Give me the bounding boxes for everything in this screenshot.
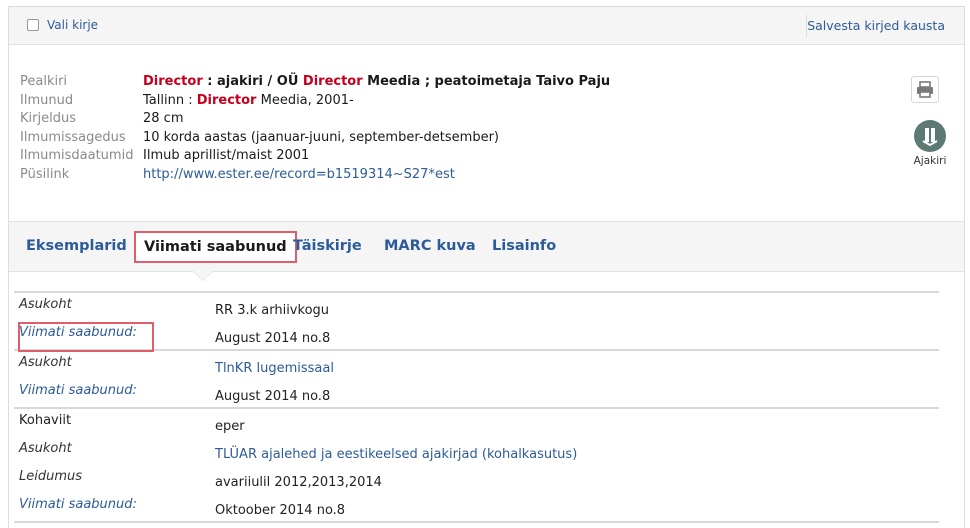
holding-row: Viimati saabunud: August 2014 no.8 <box>14 379 939 407</box>
published-value: Tallinn : Director Meedia, 2001- <box>143 92 354 111</box>
holding-label: Asukoht <box>19 355 72 370</box>
holding-label-latest: Viimati saabunud: <box>19 383 137 398</box>
holding-label-latest: Viimati saabunud: <box>19 497 137 512</box>
select-record-label[interactable]: Vali kirje <box>47 18 98 32</box>
holding-value: eper <box>215 419 245 434</box>
holding-label: Kohaviit <box>19 413 72 428</box>
tab-viimati-saabunud[interactable]: Viimati saabunud <box>134 231 297 263</box>
holding-value: August 2014 no.8 <box>215 331 331 346</box>
published-text: Meedia, 2001- <box>256 92 354 108</box>
select-record[interactable]: Vali kirje <box>27 18 98 32</box>
field-dates: Ilmumisdaatumid Ilmub aprillist/maist 20… <box>20 147 610 166</box>
field-label: Kirjeldus <box>20 111 76 127</box>
holding-label: Asukoht <box>19 297 72 312</box>
location-link[interactable]: TlnKR lugemissaal <box>215 361 334 376</box>
frequency-value: 10 korda aastas (jaanuar-juuni, septembe… <box>143 129 499 145</box>
journal-icon <box>914 120 946 152</box>
description-value: 28 cm <box>143 111 184 127</box>
holding-separator <box>14 521 939 523</box>
location-link[interactable]: TLÜAR ajalehed ja eestikeelsed ajakirjad… <box>215 447 577 462</box>
tab-eksemplarid[interactable]: Eksemplarid <box>26 238 127 254</box>
tab-lisainfo[interactable]: Lisainfo <box>492 238 556 254</box>
holding-value: Oktoober 2014 no.8 <box>215 503 346 518</box>
field-label: Ilmumisdaatumid <box>20 148 134 164</box>
field-published: Ilmunud Tallinn : Director Meedia, 2001- <box>20 92 610 111</box>
holding-row: Viimati saabunud: Oktoober 2014 no.8 <box>14 493 939 521</box>
field-label: Ilmumissagedus <box>20 129 126 145</box>
field-frequency: Ilmumissagedus 10 korda aastas (jaanuar-… <box>20 129 610 148</box>
record-details: Pealkiri Director : ajakiri / OÜ Directo… <box>20 73 610 185</box>
material-type-label: Ajakiri <box>913 155 947 167</box>
save-to-folder-link[interactable]: Salvesta kirjed kausta <box>807 18 945 33</box>
holding-row: Asukoht TlnKR lugemissaal <box>14 351 939 379</box>
active-tab-pointer-fill <box>193 271 213 280</box>
search-term-highlight: Director <box>143 74 203 89</box>
search-term-highlight: Director <box>302 74 363 89</box>
dates-value: Ilmub aprillist/maist 2001 <box>143 148 310 164</box>
tab-taiskirje[interactable]: Täiskirje <box>293 238 362 254</box>
published-text: Tallinn : <box>143 92 197 108</box>
holding-row: Kohaviit eper <box>14 409 939 437</box>
title-text: : ajakiri / OÜ <box>202 74 303 89</box>
holding-value: avariiulil 2012,2013,2014 <box>215 475 382 490</box>
holding-value: RR 3.k arhiivkogu <box>215 303 330 318</box>
record-toolbar: Vali kirje Salvesta kirjed kausta <box>9 7 964 45</box>
field-permalink: Püsilink http://www.ester.ee/record=b151… <box>20 166 610 185</box>
title-value: Director : ajakiri / OÜ Director Meedia … <box>143 73 610 92</box>
field-description: Kirjeldus 28 cm <box>20 110 610 129</box>
holding-label: Leidumus <box>19 469 83 484</box>
select-record-checkbox[interactable] <box>27 19 39 31</box>
annotation-highlight-box <box>18 322 154 352</box>
field-label: Pealkiri <box>20 74 68 89</box>
holding-label: Asukoht <box>19 441 72 456</box>
permalink-link[interactable]: http://www.ester.ee/record=b1519314~S27*… <box>143 166 455 185</box>
holding-value: August 2014 no.8 <box>215 389 331 404</box>
title-text: Meedia ; peatoimetaja Taivo Paju <box>362 74 611 89</box>
printer-icon <box>917 81 933 98</box>
field-title: Pealkiri Director : ajakiri / OÜ Directo… <box>20 73 610 92</box>
field-label: Püsilink <box>20 166 70 182</box>
field-label: Ilmunud <box>20 92 74 108</box>
search-term-highlight: Director <box>196 92 257 108</box>
holding-row: Asukoht TLÜAR ajalehed ja eestikeelsed a… <box>14 437 939 465</box>
print-button[interactable] <box>911 76 939 103</box>
holding-row: Asukoht RR 3.k arhiivkogu <box>14 293 939 321</box>
holding-row: Leidumus avariiulil 2012,2013,2014 <box>14 465 939 493</box>
record-tabs: Eksemplarid Viimati saabunud Täiskirje M… <box>9 221 964 272</box>
tab-marc-kuva[interactable]: MARC kuva <box>384 238 476 254</box>
